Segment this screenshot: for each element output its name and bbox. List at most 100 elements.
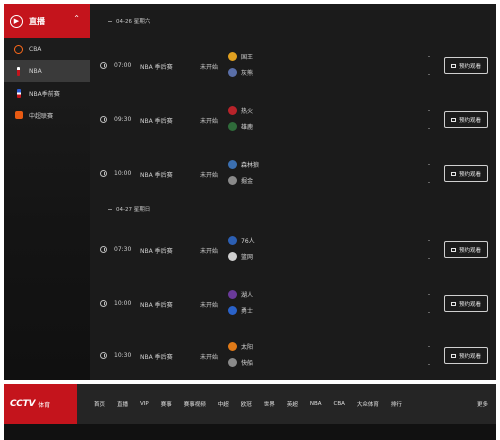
team-name: 篮网	[241, 254, 254, 261]
nav-item[interactable]: 英超	[281, 400, 304, 408]
sidebar-title: 直播	[29, 16, 45, 26]
sidebar-item-label: NBA季前赛	[29, 90, 60, 98]
match-league: NBA 季后赛	[140, 118, 173, 125]
match-time: 10:00	[114, 300, 132, 307]
away-team: 快船	[228, 358, 253, 367]
team-logo-icon	[228, 122, 237, 131]
clock-icon	[100, 246, 107, 253]
live-page: ▶ 直播 ⌃ CBA NBA NBA季前赛 中超联赛 04-26 星期六 07:…	[4, 4, 496, 380]
match-row: 07:00 NBA 季后赛 未开始 国王 灰熊 预约观看	[90, 40, 496, 92]
nav-item[interactable]: 世界	[258, 400, 281, 408]
match-time: 10:30	[114, 352, 132, 359]
match-league: NBA 季后赛	[140, 302, 173, 309]
team-logo-icon	[228, 106, 237, 115]
home-team: 热火	[228, 106, 253, 115]
tv-icon	[450, 353, 456, 358]
team-logo-icon	[228, 68, 237, 77]
match-league: NBA 季后赛	[140, 64, 173, 71]
sidebar-header[interactable]: ▶ 直播 ⌃	[4, 4, 90, 38]
nav-item[interactable]: 赛事	[155, 400, 178, 408]
team-name: 掘金	[241, 178, 254, 185]
clock-icon	[100, 170, 107, 177]
nav-item[interactable]: 直播	[111, 400, 134, 408]
team-logo-icon	[228, 342, 237, 351]
tv-icon	[450, 247, 456, 252]
clock-icon	[100, 352, 107, 359]
home-team: 国王	[228, 52, 253, 61]
team-name: 热火	[241, 108, 254, 115]
chevron-up-icon[interactable]: ⌃	[73, 14, 80, 23]
match-status: 未开始	[200, 118, 219, 125]
match-league: NBA 季后赛	[140, 354, 173, 361]
away-team: 掘金	[228, 176, 253, 185]
team-logo-icon	[228, 358, 237, 367]
sidebar-item-nba-preseason[interactable]: NBA季前赛	[4, 82, 90, 104]
reserve-watch-button[interactable]: 预约观看	[444, 165, 488, 182]
reserve-watch-button[interactable]: 预约观看	[444, 57, 488, 74]
tv-icon	[450, 301, 456, 306]
team-name: 雄鹿	[241, 124, 254, 131]
away-team: 勇士	[228, 306, 253, 315]
match-row: 10:00 NBA 季后赛 未开始 森林狼 掘金 预约观看	[90, 148, 496, 200]
brand-sub: 体育	[38, 401, 51, 409]
cba-ball-icon	[14, 44, 23, 54]
sidebar-item-cba[interactable]: CBA	[4, 38, 90, 60]
team-logo-icon	[228, 290, 237, 299]
clock-icon	[100, 62, 107, 69]
team-name: 国王	[241, 54, 254, 61]
away-team: 雄鹿	[228, 122, 253, 131]
nav-item[interactable]: 赛事视频	[178, 400, 212, 408]
match-time: 07:30	[114, 246, 132, 253]
nav-more-button[interactable]: 更多	[477, 384, 488, 424]
reserve-watch-button[interactable]: 预约观看	[444, 241, 488, 258]
clock-icon	[100, 300, 107, 307]
nav-item[interactable]: 大众体育	[351, 400, 385, 408]
live-logo-icon: ▶	[10, 14, 23, 28]
match-status: 未开始	[200, 172, 219, 179]
team-name: 森林狼	[241, 162, 260, 169]
reserve-watch-button[interactable]: 预约观看	[444, 295, 488, 312]
team-logo-icon	[228, 160, 237, 169]
away-team: 篮网	[228, 252, 253, 261]
team-name: 快船	[241, 360, 254, 367]
match-row: 10:00 NBA 季后赛 未开始 湖人 勇士 预约观看	[90, 278, 496, 330]
date-header: 04-27 星期日	[90, 202, 496, 216]
nav-item[interactable]: VIP	[134, 401, 155, 407]
nav-item[interactable]: 排行	[385, 400, 408, 408]
sidebar-item-label: 中超联赛	[29, 112, 54, 120]
reserve-watch-button[interactable]: 预约观看	[444, 111, 488, 128]
match-list: 04-26 星期六 07:00 NBA 季后赛 未开始 国王 灰熊 预约观看 0…	[90, 4, 496, 380]
cctv-sports-logo[interactable]: CCTV 体育	[4, 384, 77, 424]
nav-item[interactable]: 欧冠	[235, 400, 258, 408]
team-logo-icon	[228, 236, 237, 245]
team-logo-icon	[228, 306, 237, 315]
team-name: 勇士	[241, 308, 254, 315]
tv-icon	[450, 63, 456, 68]
sidebar-item-label: CBA	[29, 45, 42, 53]
nav-item[interactable]: CBA	[327, 401, 350, 407]
nav-item[interactable]: 中超	[212, 400, 235, 408]
sidebar: ▶ 直播 ⌃ CBA NBA NBA季前赛 中超联赛	[4, 4, 90, 380]
sidebar-item-nba[interactable]: NBA	[4, 60, 90, 82]
home-team: 森林狼	[228, 160, 259, 169]
match-status: 未开始	[200, 354, 219, 361]
nba-preseason-icon	[16, 88, 21, 98]
team-name: 灰熊	[241, 70, 254, 77]
team-name: 湖人	[241, 292, 254, 299]
match-row: 10:30 NBA 季后赛 未开始 太阳 快船 预约观看	[90, 330, 496, 382]
home-team: 太阳	[228, 342, 253, 351]
match-time: 09:30	[114, 116, 132, 123]
nav-item[interactable]: 首页	[88, 400, 111, 408]
date-label: 04-26 星期六	[116, 19, 151, 25]
nav-item[interactable]: NBA	[304, 401, 328, 407]
date-header: 04-26 星期六	[90, 14, 496, 28]
reserve-watch-button[interactable]: 预约观看	[444, 347, 488, 364]
match-time: 10:00	[114, 170, 132, 177]
team-logo-icon	[228, 52, 237, 61]
tv-icon	[450, 117, 456, 122]
match-status: 未开始	[200, 64, 219, 71]
tv-icon	[450, 171, 456, 176]
page-bottom-strip	[4, 424, 496, 440]
match-row: 09:30 NBA 季后赛 未开始 热火 雄鹿 预约观看	[90, 94, 496, 146]
sidebar-item-csl[interactable]: 中超联赛	[4, 104, 90, 126]
